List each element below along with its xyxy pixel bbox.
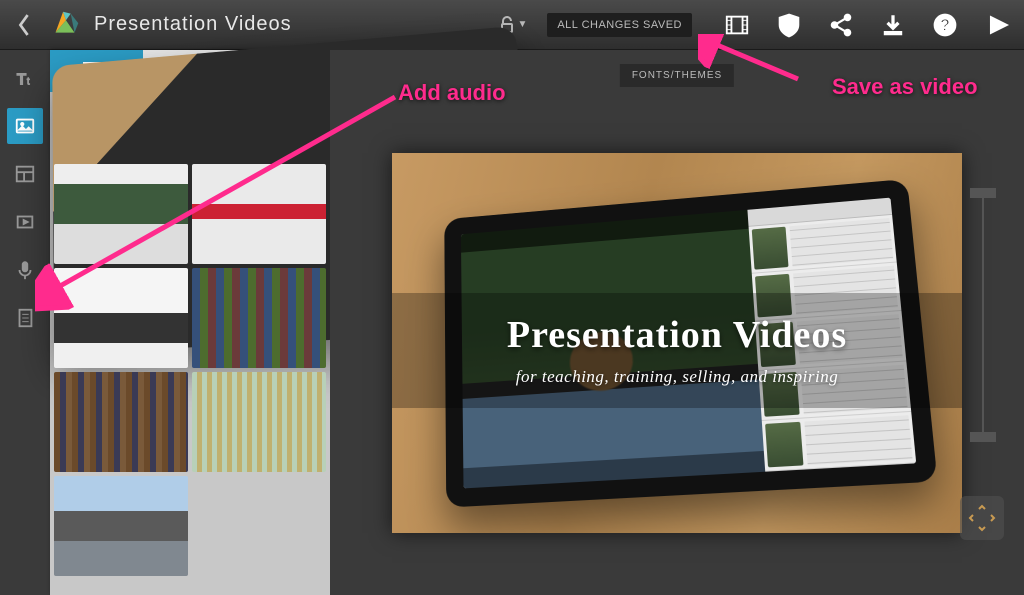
thumbnail[interactable]: [54, 476, 188, 576]
share-button[interactable]: [826, 10, 856, 40]
thumbnail[interactable]: [54, 164, 188, 264]
slide-title[interactable]: Presentation Videos: [507, 313, 847, 357]
expand-icon: [967, 503, 997, 533]
document-icon: [14, 307, 36, 329]
download-icon: [880, 12, 906, 38]
thumbnail[interactable]: [192, 164, 326, 264]
layout-icon: [14, 163, 36, 185]
question-icon: ?: [932, 12, 958, 38]
thumbnail[interactable]: [192, 268, 326, 368]
play-button[interactable]: [982, 10, 1012, 40]
presentation-title[interactable]: Presentation Videos: [94, 13, 292, 36]
save-status: ALL CHANGES SAVED: [547, 13, 692, 37]
thumbnail[interactable]: [54, 268, 188, 368]
thumbnail-grid: [50, 160, 330, 595]
svg-text:T: T: [17, 71, 27, 88]
slide-text-overlay[interactable]: Presentation Videos for teaching, traini…: [392, 293, 962, 408]
rail-layout-tool[interactable]: [7, 156, 43, 192]
microphone-icon: [14, 259, 36, 281]
text-icon: Tt: [14, 67, 36, 89]
fonts-themes-button[interactable]: FONTS/THEMES: [620, 64, 734, 87]
zoom-slider[interactable]: [982, 190, 984, 440]
rail-document-tool[interactable]: [7, 300, 43, 336]
play-icon: [984, 12, 1010, 38]
tool-rail: Tt: [0, 50, 50, 595]
main-content: Tt: [0, 50, 1024, 595]
slide[interactable]: Presentation Videos for teaching, traini…: [392, 153, 962, 533]
thumbnail[interactable]: [54, 372, 188, 472]
app-logo: [46, 6, 84, 44]
rail-image-tool[interactable]: [7, 108, 43, 144]
rail-video-tool[interactable]: [7, 204, 43, 240]
back-button[interactable]: [12, 13, 36, 37]
filmstrip-icon: [724, 12, 750, 38]
help-button[interactable]: ?: [930, 10, 960, 40]
rail-audio-tool[interactable]: [7, 252, 43, 288]
top-actions: ?: [722, 10, 1012, 40]
rail-text-tool[interactable]: Tt: [7, 60, 43, 96]
image-icon: [14, 115, 36, 137]
video-icon: [14, 211, 36, 233]
shield-icon: [776, 12, 802, 38]
protect-button[interactable]: [774, 10, 804, 40]
thumbnail[interactable]: [192, 372, 326, 472]
download-button[interactable]: [878, 10, 908, 40]
svg-text:t: t: [27, 76, 30, 87]
canvas-area[interactable]: FONTS/THEMES: [330, 50, 1024, 595]
pan-handle[interactable]: [960, 496, 1004, 540]
svg-text:?: ?: [940, 16, 950, 34]
export-video-button[interactable]: [722, 10, 752, 40]
asset-panel: SEARCH TEXT BACKGROUND AA ▲ MY PICTURES: [50, 50, 330, 595]
chevron-left-icon: [15, 11, 33, 39]
share-icon: [828, 12, 854, 38]
slide-subtitle[interactable]: for teaching, training, selling, and ins…: [516, 367, 838, 387]
